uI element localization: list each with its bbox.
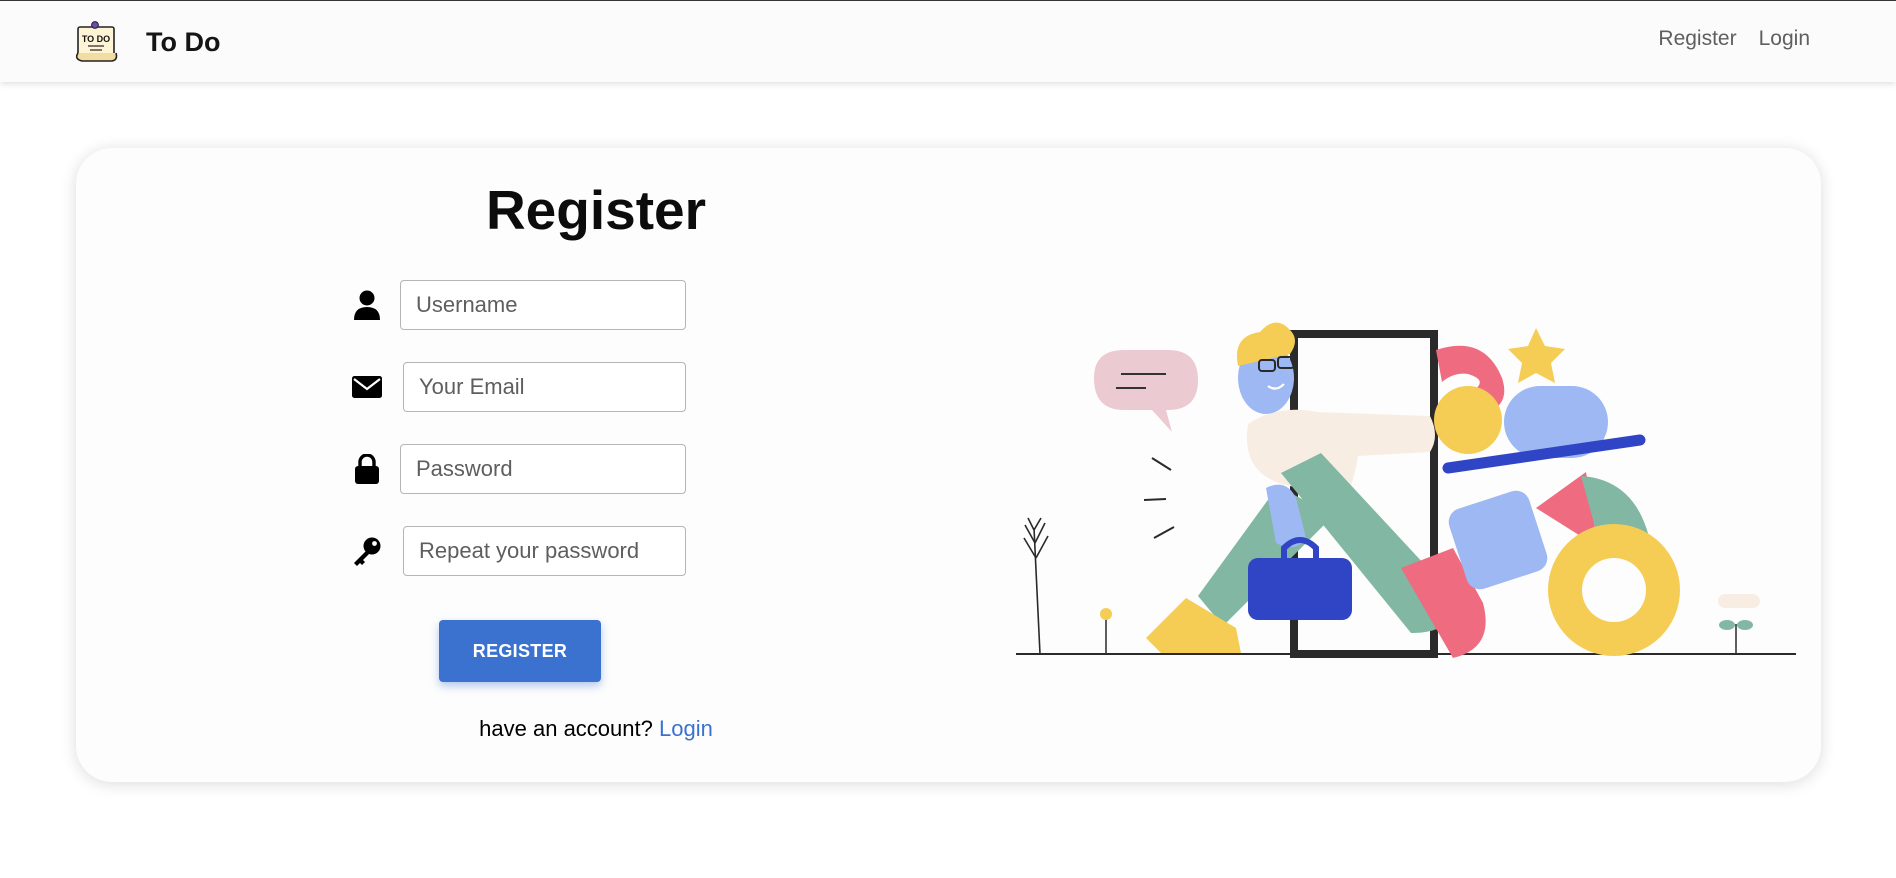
navbar: TO DO To Do Register Login — [0, 0, 1896, 82]
register-card: Register REGISTER have an account? Login — [76, 148, 1821, 782]
todo-logo-icon: TO DO — [75, 21, 118, 62]
password-input[interactable] — [400, 444, 686, 494]
username-row — [350, 280, 762, 330]
key-icon — [350, 534, 384, 568]
register-illustration — [1016, 322, 1796, 658]
username-input[interactable] — [400, 280, 686, 330]
nav-register-link[interactable]: Register — [1658, 27, 1736, 51]
brand-title: To Do — [146, 26, 221, 57]
register-button[interactable]: REGISTER — [439, 620, 601, 682]
nav-login-link[interactable]: Login — [1759, 27, 1810, 51]
envelope-icon — [350, 370, 384, 404]
lock-icon — [350, 452, 384, 486]
password-row — [350, 444, 762, 494]
repeat-password-row — [350, 526, 762, 576]
email-row — [350, 362, 762, 412]
user-icon — [350, 288, 384, 322]
nav-links: Register Login — [1658, 27, 1810, 51]
page-title: Register — [485, 179, 707, 241]
logo-text: TO DO — [82, 34, 110, 44]
brand-link[interactable]: TO DO To Do — [74, 19, 220, 65]
login-prompt-text: have an account? — [479, 716, 659, 741]
login-prompt: have an account? Login — [350, 716, 842, 742]
repeat-password-input[interactable] — [403, 526, 686, 576]
login-link[interactable]: Login — [659, 716, 713, 741]
email-input[interactable] — [403, 362, 686, 412]
